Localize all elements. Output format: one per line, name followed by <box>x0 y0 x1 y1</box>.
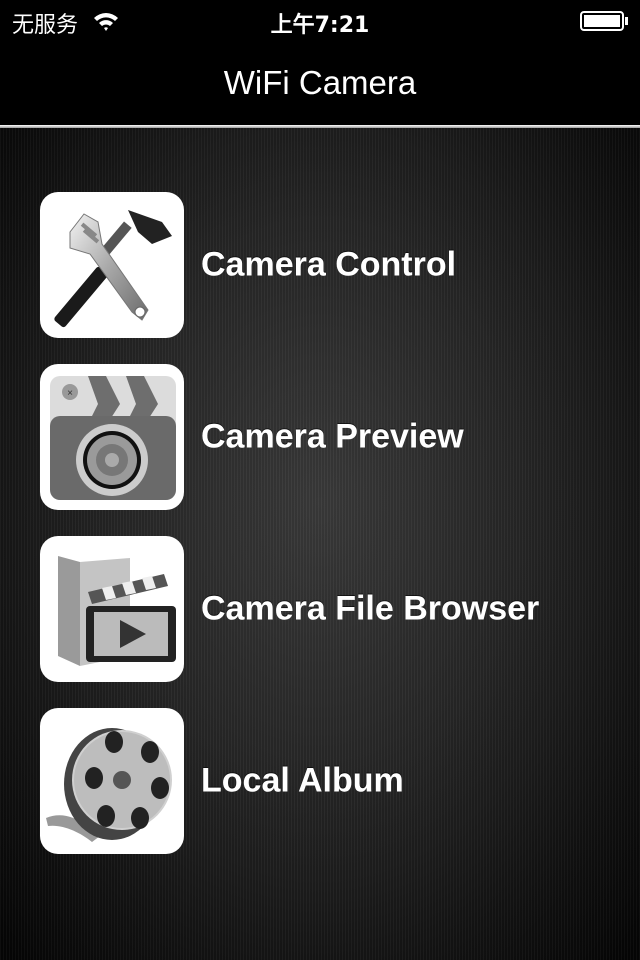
status-bar: 无服务 上午7:21 <box>0 0 640 40</box>
menu-item-camera-preview[interactable]: × Camera Preview <box>40 364 600 510</box>
tools-icon <box>54 210 172 328</box>
page-title: WiFi Camera <box>223 64 417 101</box>
svg-text:×: × <box>67 388 73 399</box>
navigation-bar: WiFi Camera <box>0 40 640 126</box>
menu-item-label: Camera Control <box>201 245 457 284</box>
menu-item-label: Local Album <box>201 761 404 800</box>
menu-item-camera-file-browser[interactable]: Camera File Browser <box>40 536 600 682</box>
video-folder-icon <box>58 556 176 666</box>
menu-item-label: Camera Preview <box>201 417 464 456</box>
clock: 上午7:21 <box>270 13 370 38</box>
menu-list: Camera Control × Camera Preview Camera F… <box>0 128 640 960</box>
menu-item-local-album[interactable]: Local Album <box>40 708 600 854</box>
clapper-camera-icon: × <box>46 370 178 504</box>
menu-item-camera-control[interactable]: Camera Control <box>40 192 600 338</box>
battery-icon <box>580 11 628 31</box>
menu-item-label: Camera File Browser <box>201 589 540 628</box>
film-reel-icon <box>46 728 172 842</box>
